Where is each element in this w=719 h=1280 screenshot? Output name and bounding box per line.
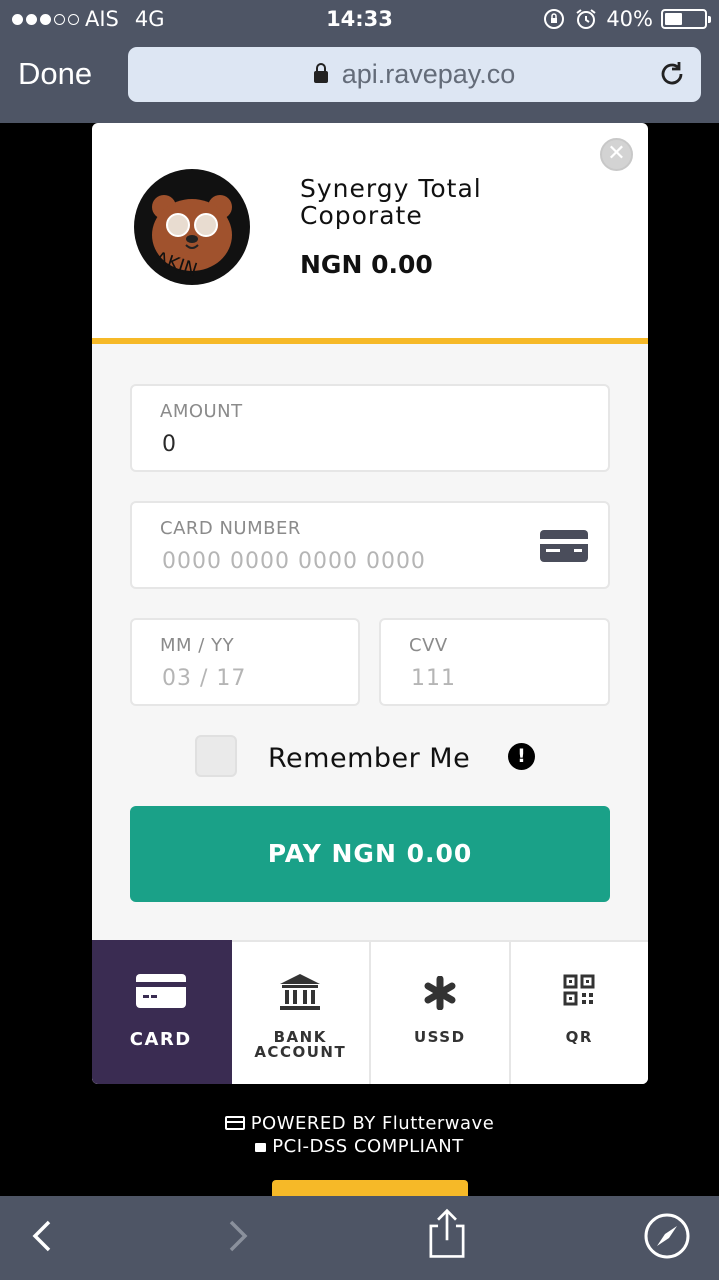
- tab-card[interactable]: CARD: [92, 940, 232, 1084]
- share-icon[interactable]: [421, 1208, 473, 1260]
- bear-logo-icon: AKIN: [152, 195, 232, 281]
- url-bar[interactable]: api.ravepay.co: [128, 47, 701, 102]
- tab-ussd[interactable]: USSD: [371, 940, 511, 1084]
- amount-input[interactable]: 0: [162, 432, 176, 457]
- amount-display: NGN 0.00: [300, 250, 433, 279]
- remember-me-row: Remember Me !: [195, 735, 575, 779]
- forward-icon[interactable]: [212, 1210, 264, 1262]
- browser-toolbar: [0, 1196, 719, 1280]
- info-icon[interactable]: !: [508, 743, 535, 770]
- back-icon[interactable]: [16, 1210, 68, 1262]
- compliance-text: PCI-DSS COMPLIANT: [272, 1136, 464, 1157]
- close-icon: ✕: [607, 141, 626, 166]
- reload-icon[interactable]: [657, 59, 687, 89]
- expiry-label: MM / YY: [160, 635, 235, 656]
- lock-icon: [313, 63, 328, 83]
- payment-modal: ✕ AKIN Synergy Total Coporate NGN 0.00 A…: [92, 123, 648, 1084]
- cvv-input[interactable]: 111: [411, 666, 456, 691]
- pay-button[interactable]: PAY NGN 0.00: [130, 806, 610, 902]
- close-button[interactable]: ✕: [600, 138, 633, 171]
- lock-icon: [255, 1143, 267, 1152]
- tab-qr-label: QR: [565, 1028, 593, 1046]
- qr-code-icon: [563, 974, 595, 1006]
- credit-card-icon: [135, 974, 186, 1008]
- done-button[interactable]: Done: [18, 56, 92, 92]
- amount-label: AMOUNT: [160, 401, 243, 422]
- merchant-avatar: AKIN: [134, 169, 250, 285]
- compliance: PCI-DSS COMPLIANT: [0, 1136, 719, 1157]
- credit-card-icon: [224, 1116, 245, 1130]
- remember-me-label: Remember Me: [268, 743, 471, 774]
- card-number-field[interactable]: CARD NUMBER 0000 0000 0000 0000: [130, 501, 610, 589]
- tab-qr[interactable]: QR: [510, 940, 648, 1084]
- credit-card-icon: [540, 530, 588, 562]
- powered-by: POWERED BY Flutterwave: [0, 1113, 719, 1134]
- battery-percent: 40%: [606, 7, 653, 31]
- bank-icon: [280, 974, 321, 1010]
- card-number-input[interactable]: 0000 0000 0000 0000: [162, 549, 426, 574]
- merchant-name: Synergy Total Coporate: [300, 174, 482, 230]
- remember-me-checkbox[interactable]: [195, 735, 237, 777]
- card-number-label: CARD NUMBER: [160, 518, 301, 539]
- tab-bank-account[interactable]: BANK ACCOUNT: [231, 940, 371, 1084]
- amount-field[interactable]: AMOUNT 0: [130, 384, 610, 472]
- expiry-field[interactable]: MM / YY 03 / 17: [130, 618, 360, 706]
- expiry-input[interactable]: 03 / 17: [162, 666, 246, 691]
- compass-icon[interactable]: [641, 1210, 693, 1262]
- tab-card-label: CARD: [129, 1029, 192, 1050]
- battery-icon: [661, 9, 711, 29]
- rotation-lock-icon: [544, 9, 565, 29]
- browser-nav-bar: Done api.ravepay.co: [0, 40, 719, 123]
- powered-by-text: POWERED BY Flutterwave: [250, 1113, 495, 1134]
- status-bar: AIS 4G 14:33 40%: [0, 0, 719, 40]
- payment-method-tabs: CARD BANK ACCOUNT USSD QR: [92, 940, 648, 1084]
- tab-bank-label-line2: ACCOUNT: [254, 1043, 347, 1061]
- cvv-field[interactable]: CVV 111: [379, 618, 610, 706]
- cvv-label: CVV: [409, 635, 448, 656]
- asterisk-icon: [424, 976, 456, 1010]
- url-text: api.ravepay.co: [341, 59, 516, 89]
- tab-ussd-label: USSD: [413, 1028, 466, 1046]
- alarm-icon: [576, 9, 596, 29]
